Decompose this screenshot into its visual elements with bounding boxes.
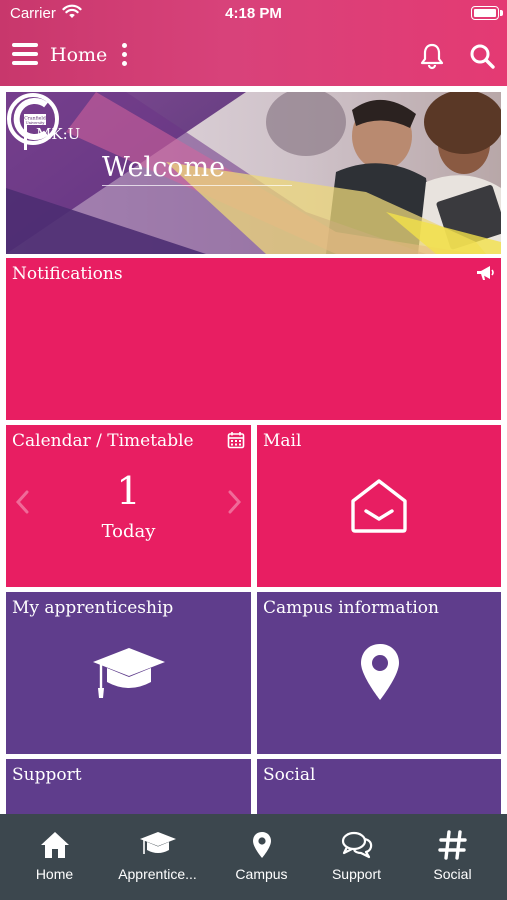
hamburger-menu-icon[interactable] <box>12 43 38 65</box>
apprenticeship-title: My apprenticeship <box>12 598 174 618</box>
page-title: Home <box>50 44 108 66</box>
mail-tile[interactable]: Mail <box>257 425 501 587</box>
apprenticeship-tile[interactable]: My apprenticeship <box>6 592 251 754</box>
calendar-title: Calendar / Timetable <box>12 431 194 451</box>
megaphone-icon <box>477 266 494 280</box>
tab-home-label: Home <box>35 866 74 882</box>
chevron-right-icon[interactable] <box>227 489 243 515</box>
tab-campus[interactable]: Campus <box>211 814 312 900</box>
map-pin-icon <box>361 644 399 700</box>
welcome-underline <box>102 185 292 186</box>
tab-campus-label: Campus <box>235 866 288 882</box>
bottom-tab-bar: Home Apprentice... Campus Support Social <box>0 814 507 900</box>
tab-social[interactable]: Social <box>402 814 503 900</box>
map-pin-icon <box>252 832 271 858</box>
mail-title: Mail <box>263 431 302 451</box>
calendar-icon <box>227 432 245 449</box>
campus-information-tile[interactable]: Campus information <box>257 592 501 754</box>
chat-bubbles-icon <box>341 831 372 859</box>
status-bar: Carrier 4:18 PM <box>0 0 507 28</box>
bell-icon[interactable] <box>418 42 446 70</box>
tab-home[interactable]: Home <box>4 814 105 900</box>
calendar-day-label: Today <box>101 521 156 542</box>
calendar-tile[interactable]: Calendar / Timetable 1 Today <box>6 425 251 587</box>
support-tile[interactable]: Support <box>6 759 251 819</box>
search-icon[interactable] <box>468 42 496 70</box>
more-options-icon[interactable] <box>118 43 132 67</box>
home-icon <box>40 832 69 858</box>
tab-apprenticeship-label: Apprentice... <box>118 866 197 882</box>
graduation-cap-icon <box>139 832 176 854</box>
graduation-cap-icon <box>93 648 165 698</box>
app-bar: Home <box>0 28 507 86</box>
welcome-heading: Welcome <box>102 152 226 183</box>
tab-support-label: Support <box>331 866 382 882</box>
cranfield-logo: Cranfield University <box>7 93 59 145</box>
support-title: Support <box>12 765 82 785</box>
battery-icon <box>471 6 503 20</box>
welcome-banner: MK:U Welcome Cranfield University <box>6 92 501 254</box>
calendar-day-number: 1 <box>116 469 141 513</box>
social-title: Social <box>263 765 316 785</box>
notifications-title: Notifications <box>12 264 123 284</box>
open-envelope-icon <box>351 479 407 533</box>
clock: 4:18 PM <box>225 5 282 22</box>
social-tile[interactable]: Social <box>257 759 501 819</box>
hashtag-icon <box>437 830 467 860</box>
banner-artwork <box>6 92 501 254</box>
notifications-tile[interactable]: Notifications <box>6 258 501 420</box>
svg-text:University: University <box>26 121 46 125</box>
tab-apprenticeship[interactable]: Apprentice... <box>107 814 208 900</box>
tab-social-label: Social <box>433 866 472 882</box>
campus-title: Campus information <box>263 598 439 618</box>
tab-support[interactable]: Support <box>306 814 407 900</box>
